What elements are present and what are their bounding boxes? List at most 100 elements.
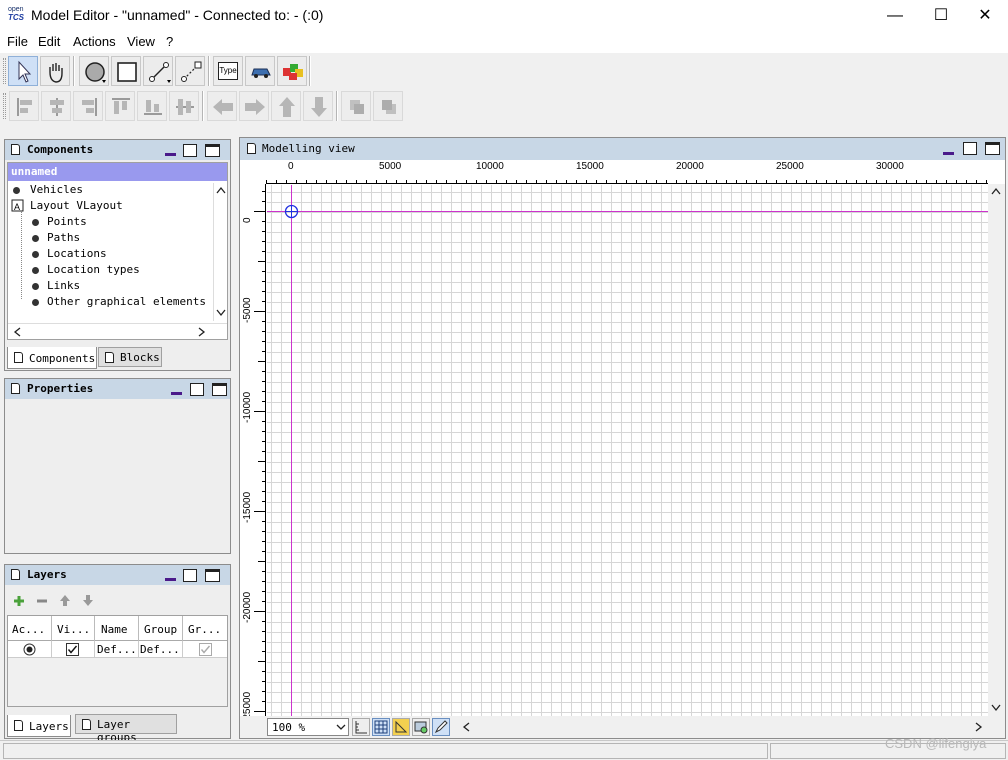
tree-root-unnamed[interactable]: unnamed xyxy=(8,163,227,181)
menu-actions[interactable]: Actions xyxy=(73,34,116,49)
tree-item-locations[interactable]: Locations xyxy=(47,247,107,260)
ruler-y-tick xyxy=(262,571,266,572)
ruler-y-tick xyxy=(258,461,266,462)
maximize-button[interactable]: ☐ xyxy=(918,0,964,31)
scroll-up-icon[interactable] xyxy=(216,186,226,194)
align-left-button[interactable] xyxy=(9,91,39,121)
title-bar: open TCS Model Editor - "unnamed" - Conn… xyxy=(0,0,1008,31)
layer-up-icon[interactable] xyxy=(59,594,71,607)
drawing-canvas[interactable] xyxy=(267,185,988,716)
zoom-to-fit-button[interactable] xyxy=(412,718,430,736)
column-group-visible[interactable]: Gr... xyxy=(188,623,221,636)
scroll-left-icon[interactable] xyxy=(13,327,21,337)
ruler-y-tick xyxy=(258,561,266,562)
drag-tool-button[interactable] xyxy=(40,56,70,86)
create-block-button[interactable] xyxy=(277,56,307,86)
toggle-blocks-button[interactable] xyxy=(432,718,450,736)
tree-item-location-types[interactable]: Location types xyxy=(47,263,140,276)
send-to-back-button[interactable] xyxy=(373,91,403,121)
column-active[interactable]: Ac... xyxy=(12,623,45,636)
ruler-x-tick xyxy=(266,180,267,184)
zoom-select[interactable]: 100 % xyxy=(267,718,349,736)
canvas-vertical-scrollbar[interactable] xyxy=(988,184,1005,716)
undock-panel-icon[interactable] xyxy=(183,144,197,157)
create-location-button[interactable] xyxy=(111,56,141,86)
ruler-x-tick xyxy=(746,180,747,184)
create-vehicle-button[interactable] xyxy=(245,56,275,86)
move-up-button[interactable] xyxy=(271,91,301,121)
tree-item-other-graphical-elements[interactable]: Other graphical elements xyxy=(47,295,206,308)
tab-components[interactable]: Components xyxy=(7,347,97,369)
create-location-type-button[interactable]: Type xyxy=(213,56,243,86)
scroll-down-icon[interactable] xyxy=(216,309,226,317)
toggle-labels-button[interactable] xyxy=(392,718,410,736)
align-right-icon xyxy=(82,98,97,116)
table-row[interactable]: Def... Def... xyxy=(8,641,227,658)
tree-item-vehicles[interactable]: Vehicles xyxy=(30,183,83,196)
visible-checkbox[interactable] xyxy=(66,643,79,656)
add-layer-icon[interactable] xyxy=(13,595,25,607)
toggle-grid-button[interactable] xyxy=(372,718,390,736)
scroll-down-icon[interactable] xyxy=(991,704,1001,712)
align-right-button[interactable] xyxy=(73,91,103,121)
tree-item-links[interactable]: Links xyxy=(47,279,80,292)
select-tool-button[interactable] xyxy=(8,56,38,86)
align-center-vertical-button[interactable] xyxy=(137,91,167,121)
column-group[interactable]: Group xyxy=(144,623,177,636)
create-link-button[interactable] xyxy=(175,56,205,86)
minimize-panel-icon[interactable] xyxy=(165,153,176,156)
tree-item-paths[interactable]: Paths xyxy=(47,231,80,244)
align-top-button[interactable] xyxy=(105,91,135,121)
tab-layers[interactable]: Layers xyxy=(7,715,71,737)
remove-layer-icon[interactable] xyxy=(36,595,48,607)
menu-view[interactable]: View xyxy=(127,34,155,49)
minimize-panel-icon[interactable] xyxy=(943,152,954,155)
menu-edit[interactable]: Edit xyxy=(38,34,60,49)
column-name[interactable]: Name xyxy=(101,623,128,636)
scroll-right-icon[interactable] xyxy=(198,327,206,337)
tree-item-layout[interactable]: Layout VLayout xyxy=(30,199,123,212)
maximize-panel-icon[interactable] xyxy=(212,383,227,396)
move-right-button[interactable] xyxy=(239,91,269,121)
tree-vertical-scrollbar[interactable] xyxy=(213,183,227,321)
close-button[interactable]: ✕ xyxy=(962,0,1008,31)
undock-panel-icon[interactable] xyxy=(963,142,977,155)
scroll-left-icon[interactable] xyxy=(462,722,470,732)
tree-item-points[interactable]: Points xyxy=(47,215,87,228)
tab-blocks[interactable]: Blocks xyxy=(98,347,162,367)
menu-help[interactable]: ? xyxy=(166,34,173,49)
create-point-button[interactable] xyxy=(79,56,109,86)
move-down-button[interactable] xyxy=(303,91,333,121)
column-divider xyxy=(182,641,183,658)
layer-down-icon[interactable] xyxy=(82,594,94,607)
maximize-panel-icon[interactable] xyxy=(205,569,220,582)
minimize-button[interactable]: — xyxy=(872,0,918,31)
horizontal-ruler: 0 5000 10000 15000 20000 25000 30000 xyxy=(266,160,988,184)
hand-icon xyxy=(49,63,63,83)
scroll-right-icon[interactable] xyxy=(975,722,983,732)
create-path-button[interactable] xyxy=(143,56,173,86)
ruler-x-label: 10000 xyxy=(476,161,504,172)
grid-icon xyxy=(374,720,388,734)
toggle-rulers-button[interactable] xyxy=(352,718,370,736)
undock-panel-icon[interactable] xyxy=(190,383,204,396)
toolbar-grip[interactable] xyxy=(3,93,6,119)
active-radio[interactable] xyxy=(23,643,36,656)
align-bottom-button[interactable] xyxy=(169,91,199,121)
bring-to-front-button[interactable] xyxy=(341,91,371,121)
layer-group-cell[interactable]: Def... xyxy=(140,643,180,656)
move-left-button[interactable] xyxy=(207,91,237,121)
tab-layer-groups[interactable]: Layer groups xyxy=(75,714,177,744)
toolbar-grip[interactable] xyxy=(3,58,6,84)
undock-panel-icon[interactable] xyxy=(183,569,197,582)
align-center-horizontal-button[interactable] xyxy=(41,91,71,121)
minimize-panel-icon[interactable] xyxy=(171,392,182,395)
menu-file[interactable]: File xyxy=(7,34,28,49)
maximize-panel-icon[interactable] xyxy=(205,144,220,157)
minimize-panel-icon[interactable] xyxy=(165,578,176,581)
maximize-panel-icon[interactable] xyxy=(985,142,1000,155)
layer-name-cell[interactable]: Def... xyxy=(97,643,137,656)
column-visible[interactable]: Vi... xyxy=(57,623,90,636)
scroll-up-icon[interactable] xyxy=(991,187,1001,195)
tree-horizontal-scrollbar[interactable] xyxy=(8,323,227,339)
